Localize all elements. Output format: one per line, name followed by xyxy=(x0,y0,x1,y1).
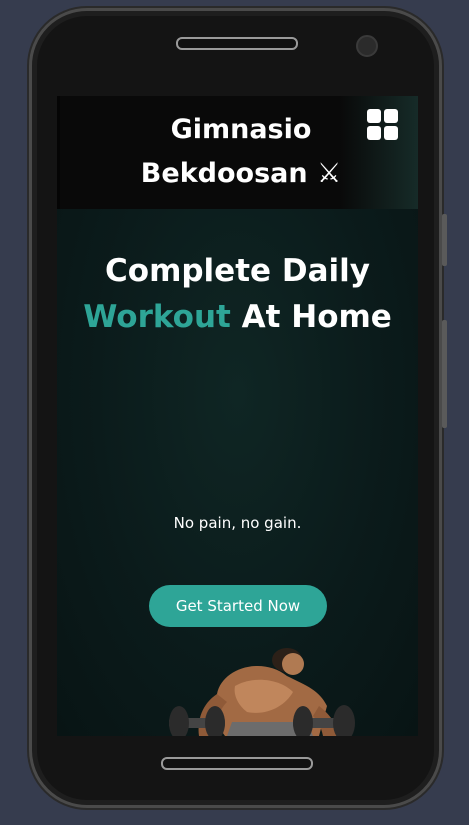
hero-title-part2: At Home xyxy=(241,299,392,335)
brand-title[interactable]: Gimnasio Bekdoosan ⚔ xyxy=(132,108,350,196)
hero-title-part1: Complete Daily xyxy=(105,253,370,289)
bodybuilder-illustration xyxy=(169,648,355,736)
navbar: Gimnasio Bekdoosan ⚔ xyxy=(57,96,418,209)
hero-title-accent: Workout xyxy=(83,299,231,335)
hero-section: Complete Daily Workout At Home No pain, … xyxy=(57,209,418,736)
volume-button xyxy=(442,214,447,266)
home-bar xyxy=(161,757,313,770)
get-started-button[interactable]: Get Started Now xyxy=(149,585,327,627)
phone-screen: Gimnasio Bekdoosan ⚔ Complete Daily Work… xyxy=(57,96,418,736)
device-frame-stage: Gimnasio Bekdoosan ⚔ Complete Daily Work… xyxy=(0,0,469,825)
hero-tagline: No pain, no gain. xyxy=(173,514,302,532)
camera-icon xyxy=(356,35,378,57)
menu-grid-icon[interactable] xyxy=(367,109,399,141)
speaker-grille xyxy=(176,37,298,50)
power-button xyxy=(442,320,447,428)
hero-title: Complete Daily Workout At Home xyxy=(77,248,398,340)
